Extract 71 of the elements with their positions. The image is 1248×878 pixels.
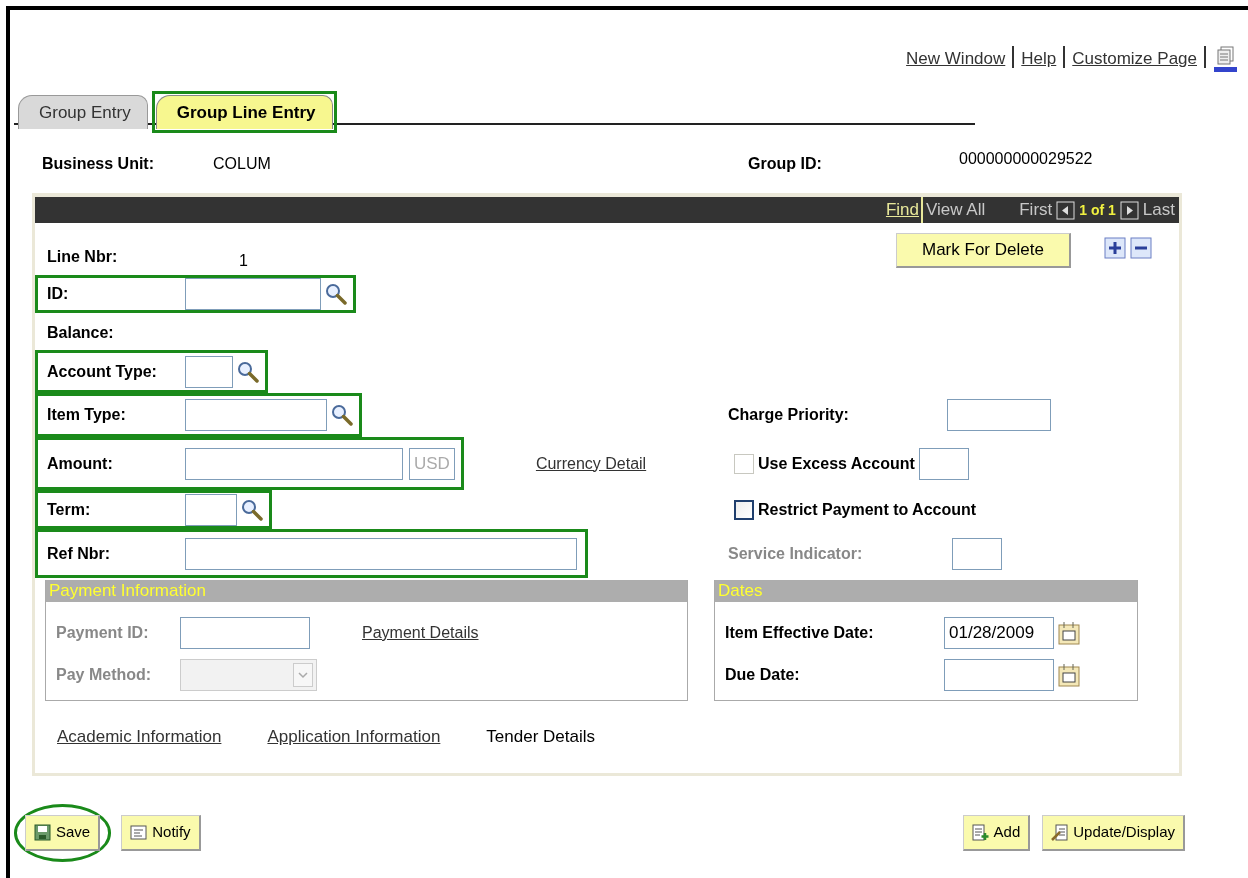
checkbox-label: Use Excess Account	[758, 453, 915, 474]
field-value: COLUM	[213, 154, 272, 174]
input-field[interactable]	[947, 399, 1051, 431]
input-field[interactable]	[918, 447, 969, 480]
header-link[interactable]: New Window	[906, 46, 1006, 72]
field-label: Ref Nbr:	[47, 543, 112, 564]
field-label: Item Effective Date:	[725, 623, 875, 643]
date-field[interactable]	[944, 659, 1054, 691]
search-icon[interactable]	[237, 360, 259, 383]
pages-icon[interactable]	[1213, 46, 1238, 74]
field-label: Payment ID:	[56, 623, 150, 643]
input-field[interactable]	[185, 355, 233, 388]
search-icon[interactable]	[325, 283, 347, 305]
field-label: Group ID:	[748, 154, 823, 174]
add-row-icon[interactable]	[1103, 237, 1126, 259]
header-link[interactable]: Help	[1021, 46, 1057, 72]
checkbox-label: Restrict Payment to Account	[758, 499, 977, 520]
date-field[interactable]: 01/28/2009	[944, 617, 1054, 649]
page-link[interactable]: Academic Information	[57, 724, 222, 750]
record-counter: 1 of 1	[1079, 200, 1116, 220]
field-value: 000000000029522	[959, 149, 1094, 169]
currency-detail-link[interactable]: Currency Detail	[535, 451, 647, 476]
tab[interactable]: Group Entry	[18, 94, 148, 129]
document-icon	[130, 823, 148, 841]
field-label: Item Type:	[47, 405, 127, 425]
previous-icon[interactable]	[1056, 200, 1076, 220]
field-label: Amount:	[47, 453, 114, 474]
last-text: Last	[1142, 199, 1175, 222]
section-title: Payment Information	[46, 580, 687, 602]
search-icon[interactable]	[331, 404, 353, 426]
input-field[interactable]	[185, 537, 577, 570]
field-label: Line Nbr:	[47, 247, 119, 267]
document-plus-icon	[971, 823, 989, 841]
delete-row-icon[interactable]	[1129, 237, 1152, 259]
input-field[interactable]	[185, 399, 327, 431]
pencil-document-icon	[1051, 823, 1069, 841]
save-button[interactable]: Save	[25, 815, 101, 851]
add-button[interactable]: Add	[962, 815, 1031, 851]
field-label: Balance:	[47, 323, 115, 343]
input-field[interactable]	[185, 278, 321, 310]
first-text: First	[1019, 199, 1053, 222]
calendar-icon[interactable]	[1058, 621, 1080, 645]
dropdown[interactable]	[180, 659, 317, 691]
update-display-button[interactable]: Update/Display	[1042, 815, 1185, 851]
input-field[interactable]	[185, 447, 403, 480]
field-value: 1	[239, 251, 248, 271]
mark-for-delete-button[interactable]: Mark For Delete	[896, 233, 1071, 268]
header-link[interactable]: Customize Page	[1072, 46, 1197, 72]
field-label: Service Indicator:	[728, 543, 864, 564]
field-label: Due Date:	[725, 665, 801, 685]
find-link[interactable]: Find	[885, 197, 919, 223]
notify-button[interactable]: Notify	[121, 815, 201, 851]
next-icon[interactable]	[1119, 200, 1139, 220]
section-title: Dates	[715, 580, 1137, 602]
field-label: Account Type:	[47, 361, 158, 382]
field-label: Pay Method:	[56, 665, 153, 685]
checkbox[interactable]	[734, 499, 754, 520]
tab[interactable]: Group Line Entry	[155, 94, 333, 129]
input-field[interactable]	[185, 493, 237, 526]
input-field[interactable]	[952, 537, 1002, 570]
field-label: Term:	[47, 499, 92, 520]
input-field[interactable]	[180, 617, 310, 649]
field-label: ID:	[47, 284, 70, 304]
search-icon[interactable]	[241, 498, 263, 521]
calendar-icon[interactable]	[1058, 663, 1080, 687]
view-all-text: View All	[921, 197, 986, 223]
field-label: Business Unit:	[42, 154, 155, 174]
page-link[interactable]: Application Information	[267, 724, 441, 750]
field-label: Charge Priority:	[728, 405, 850, 425]
currency-code: USD	[409, 447, 455, 480]
page-link-current[interactable]: Tender Details	[486, 724, 595, 750]
